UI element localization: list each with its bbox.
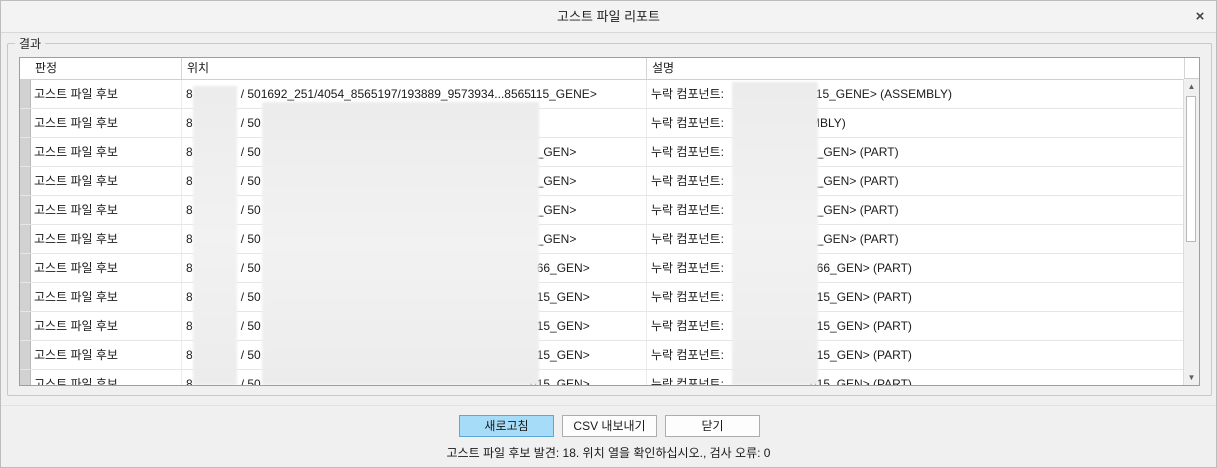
cell-verdict: 고스트 파일 후보 xyxy=(30,312,182,340)
description-value: 5_GEN> (PART) xyxy=(810,145,899,159)
status-text: 고스트 파일 후보 발견: 18. 위치 열을 확인하십시오., 검사 오류: … xyxy=(446,446,771,460)
cell-verdict: 고스트 파일 후보 xyxy=(30,80,182,108)
cell-description: 누락 컴포넌트: MBLY) xyxy=(647,109,1183,137)
refresh-button[interactable]: 새로고침 xyxy=(459,415,554,437)
description-label: 누락 컴포넌트: xyxy=(651,87,724,101)
title-bar: 고스트 파일 리포트 × xyxy=(1,1,1216,33)
description-label: 누락 컴포넌트: xyxy=(651,116,724,130)
cell-description: 누락 컴포넌트: 5_GEN> (PART) xyxy=(647,167,1183,195)
column-header-verdict[interactable]: 판정 xyxy=(30,58,182,79)
cell-description: 누락 컴포넌트: 5_GEN> (PART) xyxy=(647,138,1183,166)
location-part: 8 xyxy=(186,145,193,159)
cell-description: 누락 컴포넌트: 015_GEN> (PART) xyxy=(647,370,1183,386)
location-part: 8 xyxy=(186,174,193,188)
description-value: 5_GEN> (PART) xyxy=(810,232,899,246)
export-csv-button[interactable]: CSV 내보내기 xyxy=(562,415,657,437)
cell-description: 누락 컴포넌트: 566_GEN> (PART) xyxy=(647,254,1183,282)
header-scroll-corner xyxy=(1184,58,1199,79)
location-part: 115_GENE> xyxy=(530,87,597,101)
description-label: 누락 컴포넌트: xyxy=(651,232,724,246)
description-label: 누락 컴포넌트: xyxy=(651,377,724,386)
location-part: / 50 xyxy=(240,145,261,159)
location-part: / 50 xyxy=(240,261,261,275)
scrollbar-thumb[interactable] xyxy=(1186,96,1196,242)
description-label: 누락 컴포넌트: xyxy=(651,145,724,159)
description-value: 015_GEN> (PART) xyxy=(810,377,912,386)
location-part: / 501692_251/4054_8565197/193889_9573934… xyxy=(240,87,531,101)
description-label: 누락 컴포넌트: xyxy=(651,348,724,362)
cell-description: 누락 컴포넌트: 015_GEN> (PART) xyxy=(647,341,1183,369)
location-part: / 50 xyxy=(240,377,261,386)
redacted-area xyxy=(193,86,237,385)
location-part: / 50 xyxy=(240,116,261,130)
description-value: 566_GEN> (PART) xyxy=(810,261,912,275)
scroll-down-icon[interactable]: ▼ xyxy=(1184,370,1199,385)
location-part: / 50 xyxy=(240,319,261,333)
close-icon[interactable]: × xyxy=(1190,7,1210,27)
vertical-scrollbar[interactable]: ▲ ▼ xyxy=(1183,79,1199,385)
description-label: 누락 컴포넌트: xyxy=(651,261,724,275)
footer-divider xyxy=(1,405,1216,406)
location-part: 8 xyxy=(186,87,193,101)
location-part: / 50 xyxy=(240,348,261,362)
location-part: 8 xyxy=(186,116,193,130)
cell-verdict: 고스트 파일 후보 xyxy=(30,341,182,369)
location-part: 8 xyxy=(186,377,193,386)
cell-description: 누락 컴포넌트: 5_GEN> (PART) xyxy=(647,225,1183,253)
cell-description: 누락 컴포넌트: 5_GEN> (PART) xyxy=(647,196,1183,224)
description-label: 누락 컴포넌트: xyxy=(651,174,724,188)
cell-description: 누락 컴포넌트: 015_GEN> (PART) xyxy=(647,312,1183,340)
column-header-description[interactable]: 설명 xyxy=(647,58,1183,79)
cell-verdict: 고스트 파일 후보 xyxy=(30,370,182,385)
description-value: 5_GEN> (PART) xyxy=(810,174,899,188)
description-value: 115_GENE> (ASSEMBLY) xyxy=(810,87,952,101)
cell-verdict: 고스트 파일 후보 xyxy=(30,167,182,195)
description-label: 누락 컴포넌트: xyxy=(651,290,724,304)
location-part: / 50 xyxy=(240,203,261,217)
ghost-file-report-window: 고스트 파일 리포트 × 결과 판정 위치 설명 고스트 파일 후보 8/ 501… xyxy=(0,0,1217,468)
cell-verdict: 고스트 파일 후보 xyxy=(30,138,182,166)
location-part: 8 xyxy=(186,290,193,304)
cell-verdict: 고스트 파일 후보 xyxy=(30,196,182,224)
table-header: 판정 위치 설명 xyxy=(20,58,1183,80)
description-value: 015_GEN> (PART) xyxy=(810,348,912,362)
description-value: 5_GEN> (PART) xyxy=(810,203,899,217)
location-part: 8 xyxy=(186,319,193,333)
results-group-label: 결과 xyxy=(15,35,46,52)
location-part: 8 xyxy=(186,232,193,246)
scroll-up-icon[interactable]: ▲ xyxy=(1184,79,1199,94)
cell-verdict: 고스트 파일 후보 xyxy=(30,225,182,253)
location-part: 8 xyxy=(186,261,193,275)
location-part: 8 xyxy=(186,348,193,362)
cell-verdict: 고스트 파일 후보 xyxy=(30,254,182,282)
cell-verdict: 고스트 파일 후보 xyxy=(30,283,182,311)
location-part: / 50 xyxy=(240,232,261,246)
description-label: 누락 컴포넌트: xyxy=(651,203,724,217)
description-label: 누락 컴포넌트: xyxy=(651,319,724,333)
cell-description: 누락 컴포넌트: 115_GENE> (ASSEMBLY) xyxy=(647,80,1183,108)
redacted-area xyxy=(262,102,539,385)
column-header-location[interactable]: 위치 xyxy=(182,58,647,79)
results-table: 판정 위치 설명 고스트 파일 후보 8 / 501692_251/4054_856… xyxy=(19,57,1200,386)
location-part: / 50 xyxy=(240,290,261,304)
close-button[interactable]: 닫기 xyxy=(665,415,760,437)
location-part: / 50 xyxy=(240,174,261,188)
cell-verdict: 고스트 파일 후보 xyxy=(30,109,182,137)
location-part: 8 xyxy=(186,203,193,217)
redacted-area xyxy=(732,82,818,385)
description-value: 015_GEN> (PART) xyxy=(810,319,912,333)
cell-description: 누락 컴포넌트: 015_GEN> (PART) xyxy=(647,283,1183,311)
window-title: 고스트 파일 리포트 xyxy=(557,9,660,24)
description-value: 015_GEN> (PART) xyxy=(810,290,912,304)
